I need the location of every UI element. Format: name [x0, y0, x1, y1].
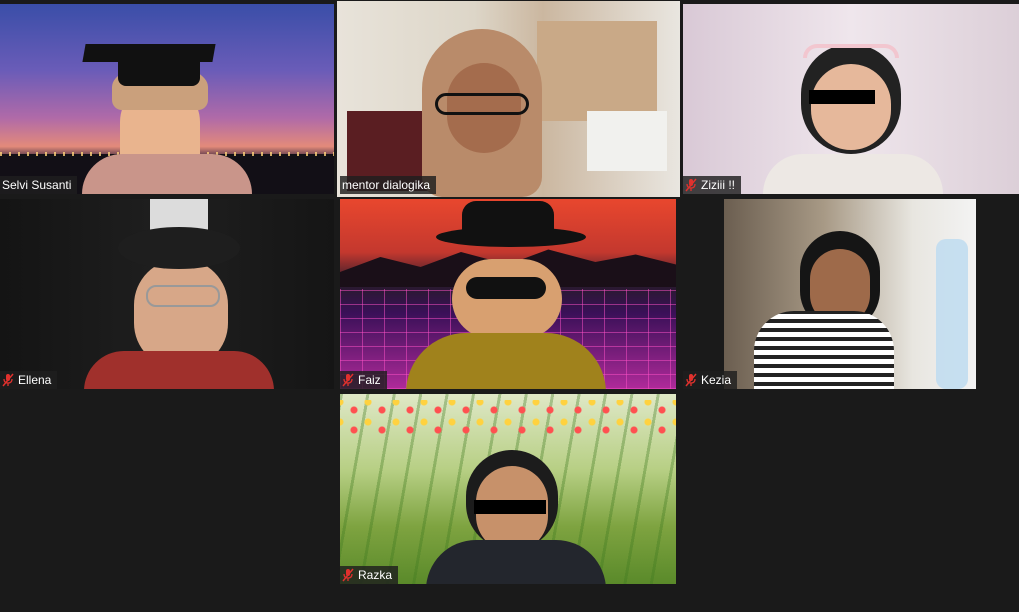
participant-video — [683, 4, 1019, 194]
microphone-muted-icon — [685, 178, 697, 192]
participant-name-tag: Ziziii !! — [683, 176, 741, 194]
participant-name: Ziziii !! — [701, 178, 735, 192]
video-tile-mentor-dialogika[interactable]: mentor dialogika — [337, 1, 680, 197]
participant-video — [340, 199, 676, 389]
participant-name-tag: Ellena — [0, 371, 58, 389]
participant-name-tag: Razka — [340, 566, 399, 584]
video-tile-faiz[interactable]: Faiz — [340, 199, 676, 389]
participant-video — [724, 199, 976, 389]
participant-name-tag: Selvi Susanti — [0, 176, 78, 194]
participant-name-tag: Faiz — [340, 371, 387, 389]
microphone-muted-icon — [342, 568, 354, 582]
participant-name: Kezia — [701, 373, 732, 387]
video-tile-razka[interactable]: Razka — [340, 394, 676, 584]
participant-name: mentor dialogika — [342, 178, 431, 192]
participant-name: Ellena — [18, 373, 52, 387]
participant-video — [340, 394, 676, 584]
participant-name: Selvi Susanti — [2, 178, 72, 192]
microphone-muted-icon — [2, 373, 14, 387]
video-tile-selvi-susanti[interactable]: Selvi Susanti — [0, 4, 334, 194]
participant-video — [0, 199, 334, 389]
participant-name-tag: mentor dialogika — [340, 176, 437, 194]
participant-name-tag: Kezia — [683, 371, 738, 389]
video-tile-kezia[interactable]: Kezia — [683, 199, 1019, 389]
microphone-muted-icon — [342, 373, 354, 387]
participant-name: Razka — [358, 568, 393, 582]
participant-name: Faiz — [358, 373, 381, 387]
microphone-muted-icon — [685, 373, 697, 387]
video-tile-ziziii[interactable]: Ziziii !! — [683, 4, 1019, 194]
video-tile-ellena[interactable]: Ellena — [0, 199, 334, 389]
participant-video — [0, 4, 334, 194]
participant-video — [337, 1, 680, 197]
